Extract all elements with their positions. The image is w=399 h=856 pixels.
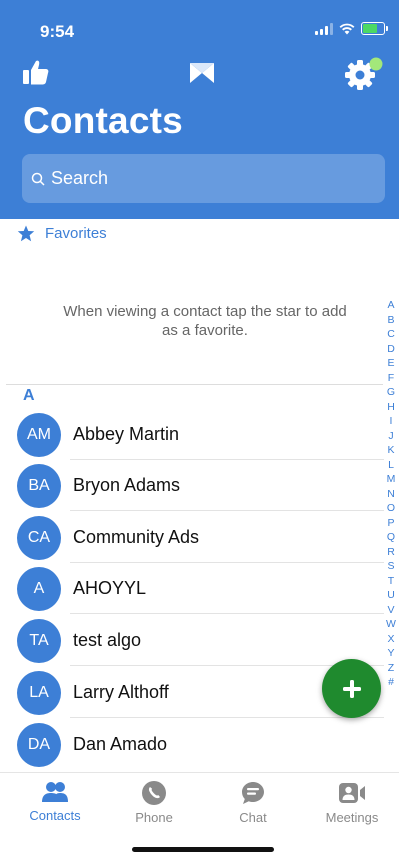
contact-row[interactable]: AM Abbey Martin	[0, 409, 384, 460]
index-letter[interactable]: G	[387, 385, 395, 400]
index-letter[interactable]: H	[387, 400, 395, 415]
alphabet-index[interactable]: A B C D E F G H I J K L M N O P Q R S T …	[384, 298, 398, 690]
header: 9:54 Contacts Search	[0, 0, 399, 219]
contact-name: Larry Althoff	[73, 682, 169, 702]
status-time: 9:54	[40, 22, 75, 41]
signal-icon	[315, 22, 333, 35]
index-letter[interactable]: L	[388, 458, 394, 473]
chat-icon	[242, 782, 264, 804]
contact-row[interactable]: DA Dan Amado	[0, 719, 384, 770]
app-logo-icon	[190, 63, 214, 83]
avatar: DA	[17, 722, 61, 767]
search-bar[interactable]	[22, 154, 385, 203]
contact-row[interactable]: A AHOYYL	[0, 563, 384, 614]
index-letter[interactable]: R	[387, 545, 395, 560]
avatar: LA	[17, 670, 61, 715]
index-letter[interactable]: I	[390, 414, 393, 429]
index-letter[interactable]: A	[387, 298, 394, 313]
index-letter[interactable]: J	[388, 429, 393, 444]
index-letter[interactable]: O	[387, 501, 395, 516]
tab-label: Phone	[135, 810, 173, 825]
meetings-icon	[339, 783, 365, 803]
tab-chat[interactable]: Chat	[208, 781, 298, 825]
favorites-empty-message: When viewing a contact tap the star to a…	[63, 303, 347, 339]
index-letter[interactable]: Z	[388, 661, 394, 676]
search-input[interactable]	[49, 167, 373, 190]
search-icon	[31, 172, 45, 186]
index-letter[interactable]: P	[387, 516, 394, 531]
index-letter[interactable]: S	[387, 559, 394, 574]
tab-label: Contacts	[29, 808, 81, 823]
contact-name: Community Ads	[73, 527, 200, 547]
star-icon	[17, 225, 35, 242]
index-letter[interactable]: N	[387, 487, 395, 502]
contact-row[interactable]: BA Bryon Adams	[0, 460, 384, 511]
index-letter[interactable]: #	[388, 675, 394, 690]
index-letter[interactable]: T	[388, 574, 394, 589]
avatar: CA	[17, 515, 61, 560]
contact-name: AHOYYL	[73, 578, 147, 598]
settings-gear-icon[interactable]	[345, 57, 385, 91]
wifi-icon	[339, 23, 355, 34]
people-icon	[42, 782, 68, 802]
favorites-header: Favorites	[17, 225, 107, 242]
contact-row[interactable]: TA test algo	[0, 615, 384, 666]
index-letter[interactable]: Y	[387, 646, 394, 661]
contact-name: Dan Amado	[73, 734, 168, 754]
index-letter[interactable]: F	[388, 371, 394, 386]
tab-label: Chat	[239, 810, 267, 825]
notification-badge	[369, 57, 383, 71]
status-icons	[315, 22, 388, 35]
index-letter[interactable]: V	[387, 603, 394, 618]
contact-row[interactable]: CA Community Ads	[0, 512, 384, 563]
thumbs-up-icon[interactable]	[22, 58, 50, 86]
index-letter[interactable]: C	[387, 327, 395, 342]
index-letter[interactable]: Q	[387, 530, 395, 545]
favorites-label: Favorites	[45, 225, 107, 242]
index-letter[interactable]: X	[387, 632, 394, 647]
section-divider	[6, 384, 383, 385]
tab-phone[interactable]: Phone	[109, 781, 199, 825]
avatar: AM	[17, 412, 61, 457]
tab-contacts[interactable]: Contacts	[10, 781, 100, 823]
index-letter[interactable]: D	[387, 342, 395, 357]
tab-label: Meetings	[325, 810, 379, 825]
battery-icon	[361, 22, 388, 35]
page-title: Contacts	[23, 100, 183, 141]
index-letter[interactable]: E	[387, 356, 394, 371]
section-letter: A	[23, 387, 35, 404]
phone-icon	[142, 781, 166, 805]
index-letter[interactable]: B	[387, 313, 394, 328]
index-letter[interactable]: K	[387, 443, 394, 458]
contact-name: Bryon Adams	[73, 475, 181, 495]
add-contact-button[interactable]	[322, 659, 381, 718]
plus-icon	[342, 679, 361, 698]
contact-name: test algo	[73, 630, 142, 650]
tab-meetings[interactable]: Meetings	[307, 781, 397, 825]
index-letter[interactable]: M	[387, 472, 396, 487]
contact-name: Abbey Martin	[73, 424, 180, 444]
home-indicator	[132, 847, 274, 852]
avatar: BA	[17, 463, 61, 508]
avatar: A	[17, 566, 61, 611]
tab-bar: Contacts Phone Chat Meetings	[0, 772, 399, 856]
index-letter[interactable]: W	[386, 617, 396, 632]
index-letter[interactable]: U	[387, 588, 395, 603]
avatar: TA	[17, 618, 61, 663]
